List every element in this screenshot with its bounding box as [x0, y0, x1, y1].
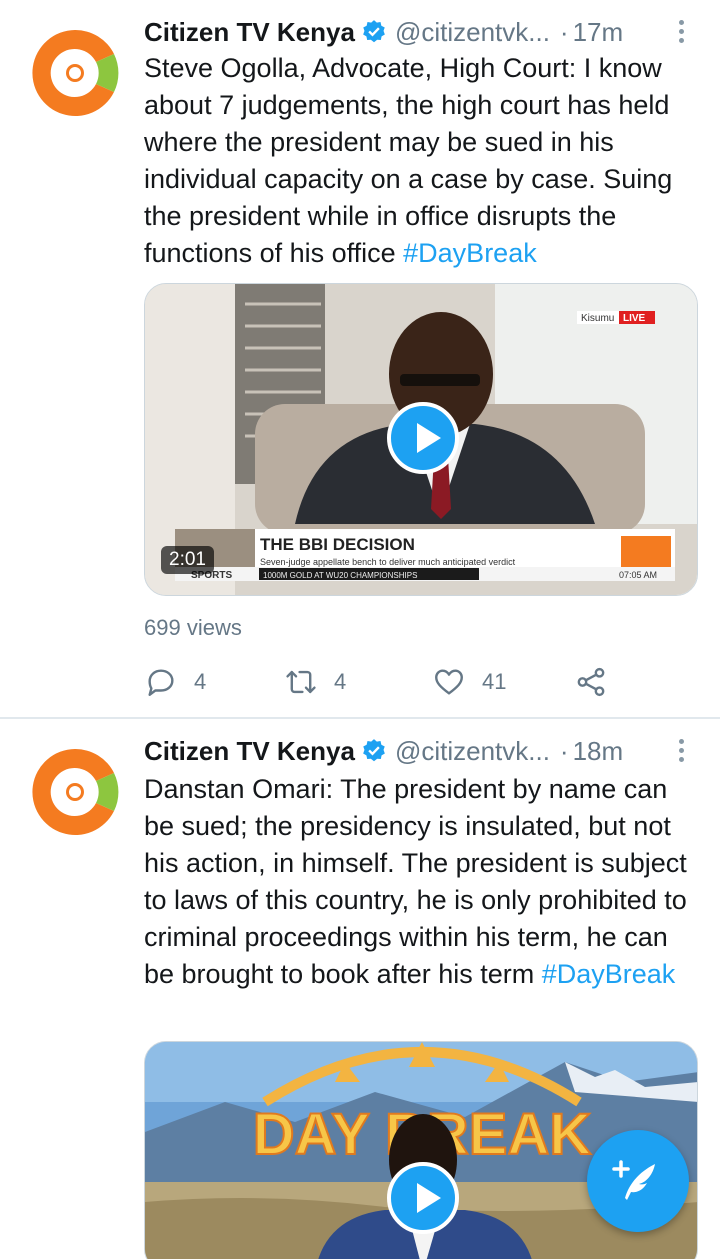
avatar[interactable]: [24, 22, 126, 124]
view-count[interactable]: 699 views: [144, 615, 242, 641]
location-tag: Kisumu: [581, 313, 614, 324]
video-player[interactable]: THE BBI DECISION Seven-judge appellate b…: [144, 283, 698, 596]
ticker-text: 1000M GOLD AT WU20 CHAMPIONSHIPS: [263, 571, 417, 580]
separator: ·: [559, 735, 569, 766]
heart-icon: [435, 669, 463, 695]
author-handle[interactable]: @citizentvk...: [395, 736, 550, 767]
more-vertical-icon[interactable]: [676, 739, 686, 765]
tweet-body: Steve Ogolla, Advocate, High Court: I kn…: [144, 53, 673, 268]
play-icon[interactable]: [387, 402, 459, 474]
reply-button[interactable]: 4: [144, 662, 206, 702]
tweet-actions: 4 4 41: [144, 662, 624, 702]
timestamp[interactable]: 17m: [573, 17, 624, 48]
reply-count: 4: [194, 669, 207, 694]
separator: ·: [559, 16, 569, 47]
author-name[interactable]: Citizen TV Kenya: [144, 17, 355, 48]
author-name[interactable]: Citizen TV Kenya: [144, 736, 355, 767]
verified-badge-icon: [363, 20, 385, 43]
more-vertical-icon[interactable]: [676, 20, 686, 46]
retweet-button[interactable]: 4: [284, 662, 346, 702]
author-handle[interactable]: @citizentvk...: [395, 17, 550, 48]
live-tag: LIVE: [623, 313, 646, 324]
tweet[interactable]: Citizen TV Kenya @citizentvk... · 17m St…: [0, 0, 720, 718]
retweet-count: 4: [334, 669, 347, 694]
verified-badge-icon: [363, 739, 385, 762]
reply-icon: [148, 669, 174, 696]
tweet-header: Citizen TV Kenya @citizentvk... · 18m: [144, 733, 696, 769]
like-button[interactable]: 41: [432, 662, 506, 702]
video-subheadline: Seven-judge appellate bench to deliver m…: [260, 557, 516, 567]
retweet-icon: [286, 670, 316, 694]
like-count: 41: [482, 669, 507, 694]
video-headline: THE BBI DECISION: [260, 535, 415, 554]
tweet-text: Danstan Omari: The president by name can…: [144, 771, 704, 993]
avatar[interactable]: [24, 741, 126, 843]
timestamp[interactable]: 18m: [573, 736, 624, 767]
compose-tweet-icon: [612, 1160, 655, 1200]
tweet-body: Danstan Omari: The president by name can…: [144, 774, 687, 989]
hashtag-link[interactable]: #DayBreak: [542, 959, 676, 989]
share-icon: [577, 667, 605, 697]
tweet-text: Steve Ogolla, Advocate, High Court: I kn…: [144, 50, 704, 272]
video-clock: 07:05 AM: [619, 570, 657, 580]
tweet-header: Citizen TV Kenya @citizentvk... · 17m: [144, 14, 696, 50]
play-icon[interactable]: [387, 1162, 459, 1234]
share-button[interactable]: [574, 662, 624, 702]
compose-tweet-button[interactable]: [587, 1130, 689, 1232]
video-duration: 2:01: [161, 546, 214, 574]
hashtag-link[interactable]: #DayBreak: [403, 238, 537, 268]
